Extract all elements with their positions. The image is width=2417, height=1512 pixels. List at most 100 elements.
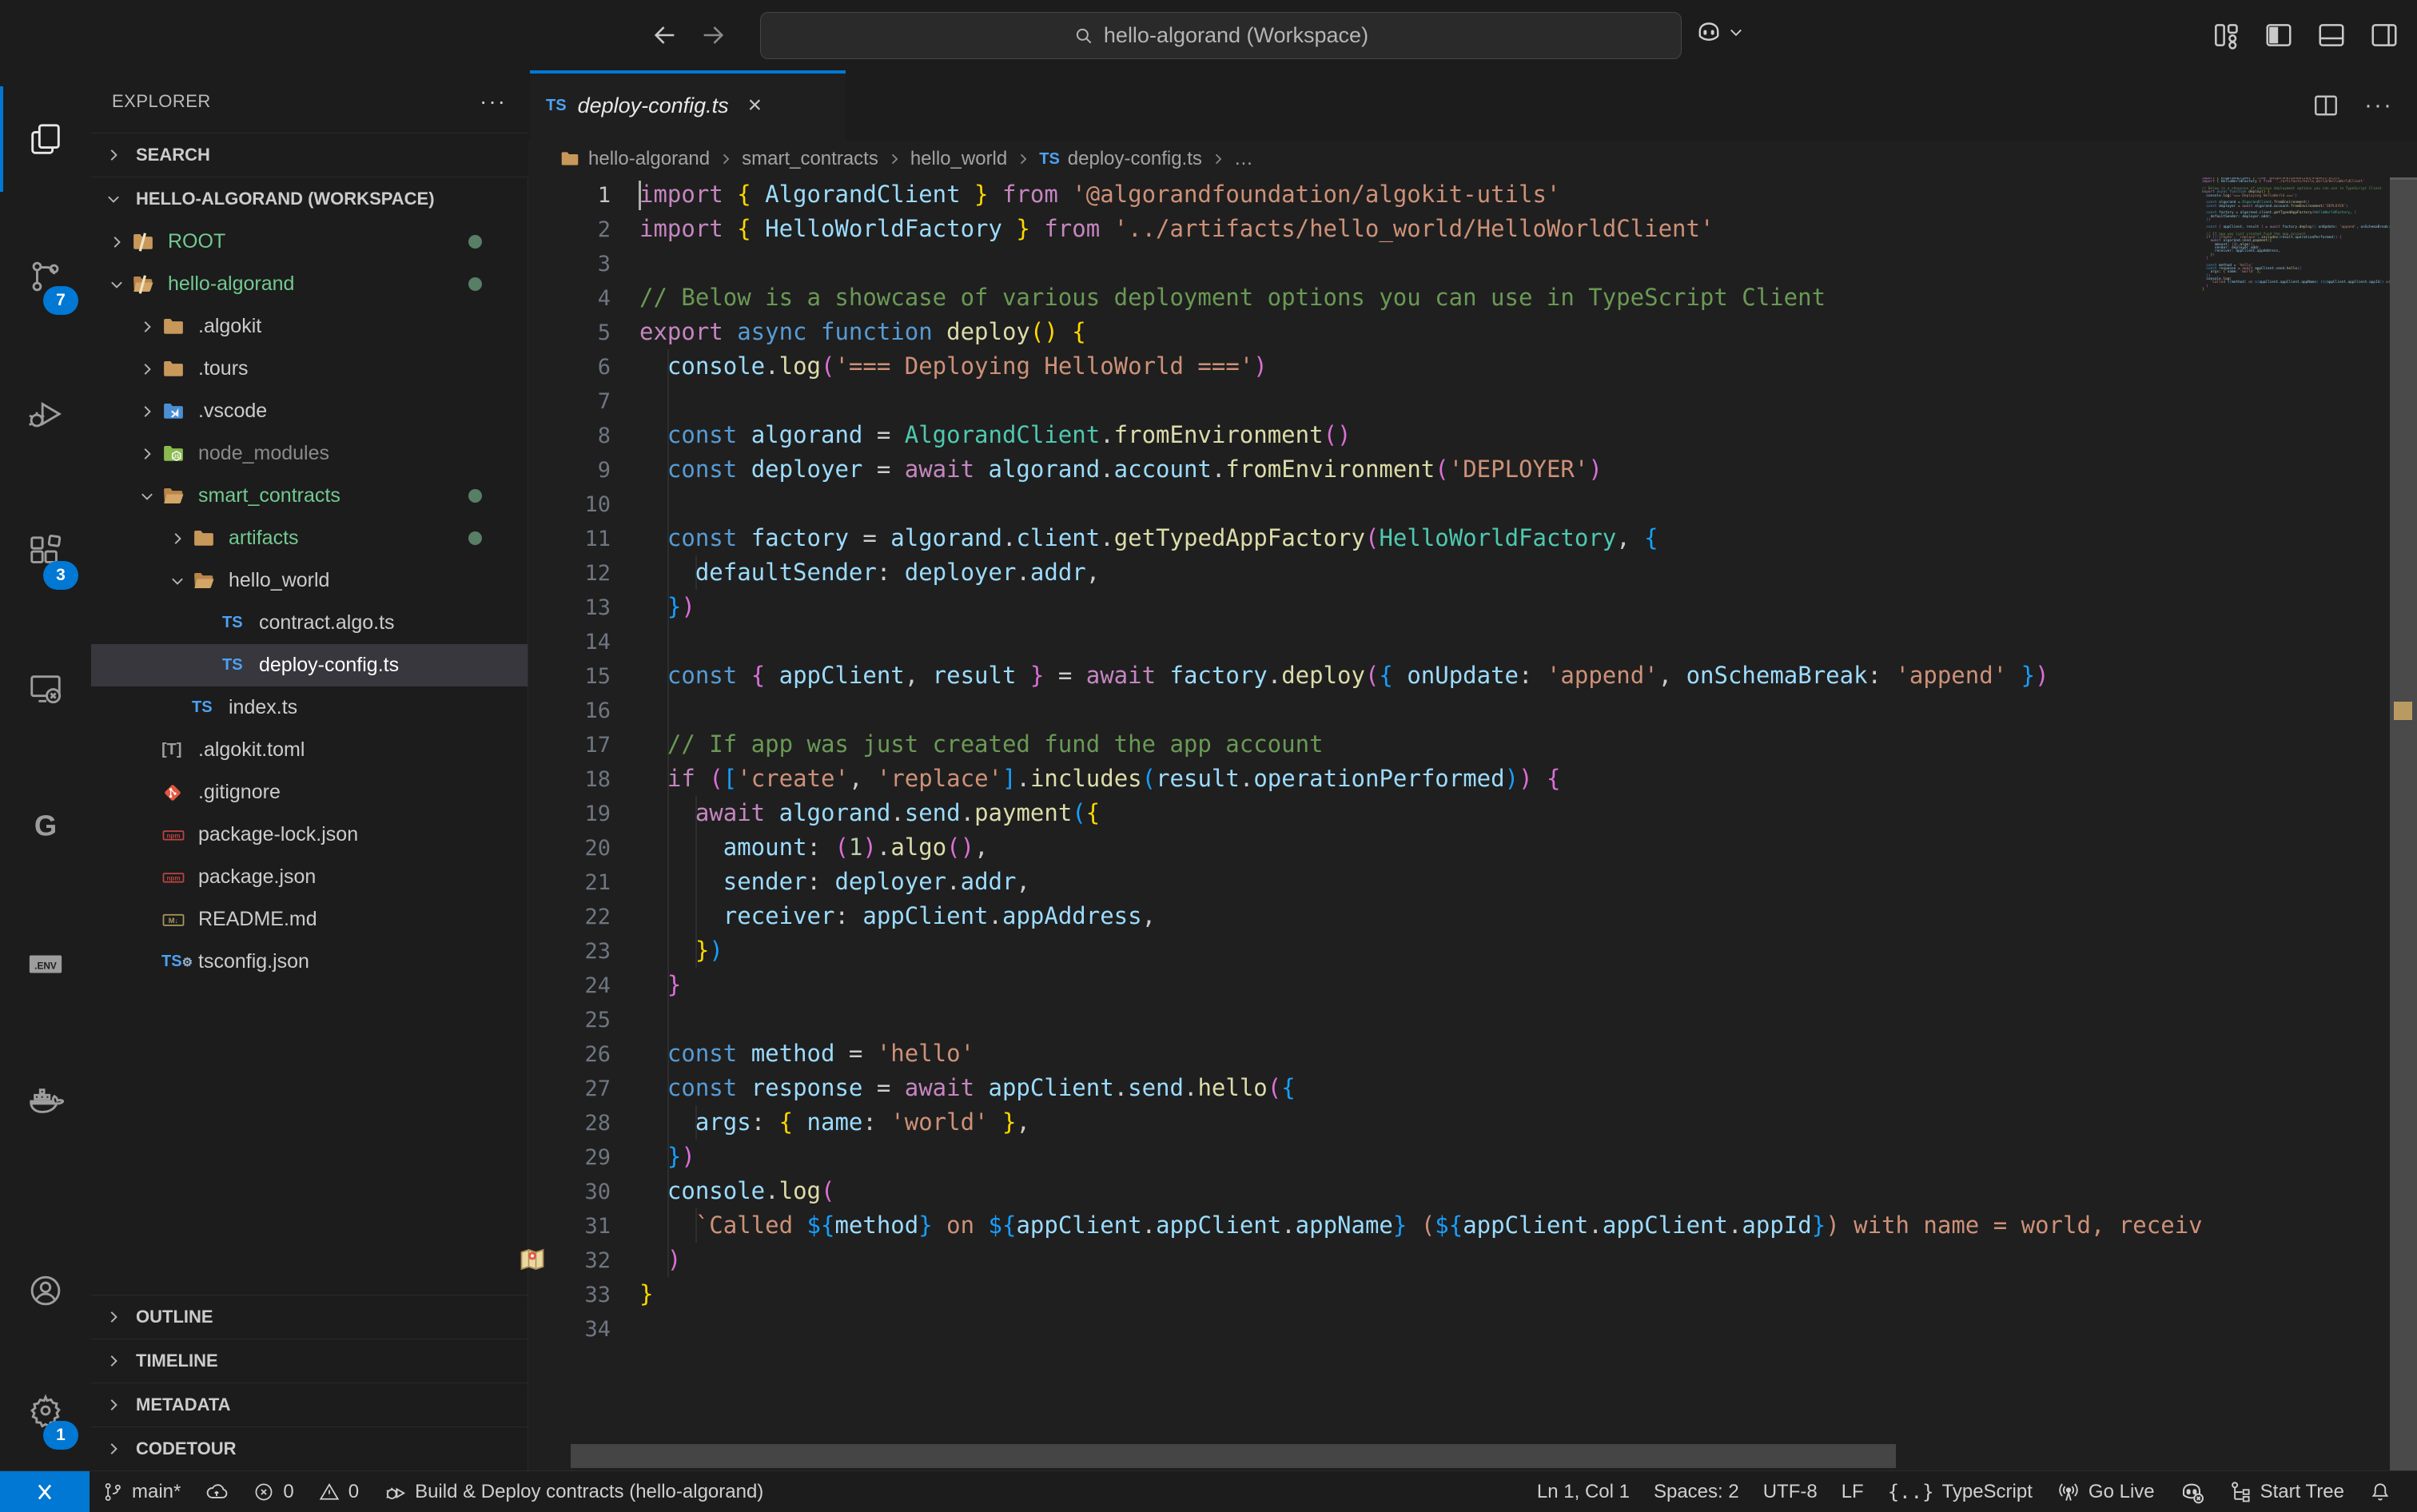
status-debug-task[interactable]: Build & Deploy contracts (hello-algorand… xyxy=(371,1471,775,1512)
toggle-secondary-sidebar-icon[interactable] xyxy=(2369,20,2399,50)
code-line[interactable]: 2import { HelloWorldFactory } from '../a… xyxy=(528,212,2202,246)
back-icon[interactable] xyxy=(651,22,679,49)
code-line[interactable]: 15 const { appClient, result } = await f… xyxy=(528,659,2202,693)
code-line[interactable]: 27 const response = await appClient.send… xyxy=(528,1071,2202,1105)
code-line[interactable]: 22 receiver: appClient.appAddress, xyxy=(528,899,2202,933)
section-metadata[interactable]: METADATA xyxy=(91,1383,528,1426)
editor-more-actions-icon[interactable]: ··· xyxy=(2364,92,2393,119)
code-editor[interactable]: 1import { AlgorandClient } from '@algora… xyxy=(528,177,2202,1444)
code-line[interactable]: 9 const deployer = await algorand.accoun… xyxy=(528,452,2202,487)
code-line[interactable]: 1import { AlgorandClient } from '@algora… xyxy=(528,177,2202,212)
code-line[interactable]: 31 `Called ${method} on ${appClient.appC… xyxy=(528,1208,2202,1243)
code-line[interactable]: 13 }) xyxy=(528,590,2202,624)
code-line[interactable]: 10 xyxy=(528,487,2202,521)
vertical-scrollbar[interactable] xyxy=(2390,177,2417,1473)
code-line[interactable]: 4// Below is a showcase of various deplo… xyxy=(528,281,2202,315)
status-bell[interactable] xyxy=(2356,1471,2404,1512)
status-error[interactable]: 0 xyxy=(241,1471,305,1512)
code-line[interactable]: 14 xyxy=(528,624,2202,659)
tree-item-.algokit[interactable]: .algokit xyxy=(91,305,528,348)
tree-item-README.md[interactable]: M↓README.md xyxy=(91,898,528,941)
code-line[interactable]: 18 if (['create', 'replace'].includes(re… xyxy=(528,762,2202,796)
tree-item-contract.algo.ts[interactable]: TScontract.algo.ts xyxy=(91,602,528,644)
tree-item-.gitignore[interactable]: .gitignore xyxy=(91,771,528,814)
code-line[interactable]: 29 }) xyxy=(528,1140,2202,1174)
codetour-map-marker-icon[interactable] xyxy=(518,1245,547,1274)
status-spaces-2[interactable]: Spaces: 2 xyxy=(1642,1471,1751,1512)
tree-item-node_modules[interactable]: JSnode_modules xyxy=(91,432,528,475)
code-line[interactable]: 8 const algorand = AlgorandClient.fromEn… xyxy=(528,418,2202,452)
tree-item-smart_contracts[interactable]: smart_contracts xyxy=(91,475,528,517)
code-line[interactable]: 16 xyxy=(528,693,2202,727)
tree-item-hello-algorand[interactable]: hello-algorand xyxy=(91,263,528,305)
status-remote[interactable] xyxy=(0,1471,90,1512)
customize-layout-icon[interactable] xyxy=(2211,20,2241,50)
code-line[interactable]: 33} xyxy=(528,1277,2202,1311)
section-search[interactable]: SEARCH xyxy=(91,133,528,177)
tree-item-ROOT[interactable]: ROOT xyxy=(91,221,528,263)
status-sync[interactable] xyxy=(193,1471,241,1512)
forward-icon[interactable] xyxy=(699,22,727,49)
activity-source-control[interactable]: 7 xyxy=(0,208,91,345)
code-line[interactable]: 17 // If app was just created fund the a… xyxy=(528,727,2202,762)
status-lf[interactable]: LF xyxy=(1830,1471,1876,1512)
code-line[interactable]: 28 args: { name: 'world' }, xyxy=(528,1105,2202,1140)
tree-item-.tours[interactable]: .tours xyxy=(91,348,528,390)
activity-remote-explorer[interactable] xyxy=(0,620,91,758)
toggle-primary-sidebar-icon[interactable] xyxy=(2264,20,2294,50)
status-braces[interactable]: {..}TypeScript xyxy=(1876,1471,2045,1512)
breadcrumb-item[interactable]: hello_world xyxy=(910,148,1007,170)
section-codetour[interactable]: CODETOUR xyxy=(91,1426,528,1470)
code-line[interactable]: 23 }) xyxy=(528,933,2202,968)
section-timeline[interactable]: TIMELINE xyxy=(91,1339,528,1383)
activity-run-debug[interactable] xyxy=(0,345,91,483)
tree-item-package.json[interactable]: npmpackage.json xyxy=(91,856,528,898)
code-line[interactable]: 12 defaultSender: deployer.addr, xyxy=(528,555,2202,590)
activity-docker[interactable] xyxy=(0,1033,91,1170)
status-hierarchy[interactable]: Start Tree xyxy=(2216,1471,2356,1512)
breadcrumb-item[interactable]: hello-algorand xyxy=(588,148,710,170)
code-line[interactable]: 32 ) xyxy=(528,1243,2202,1277)
tab-deploy-config[interactable]: TS deploy-config.ts × xyxy=(530,70,846,141)
status-utf-8[interactable]: UTF-8 xyxy=(1751,1471,1830,1512)
code-line[interactable]: 21 sender: deployer.addr, xyxy=(528,865,2202,899)
activity-gitlens[interactable]: G xyxy=(0,758,91,895)
minimap[interactable]: import { AlgorandClient } from '@algoran… xyxy=(2202,177,2390,1444)
tree-item-hello_world[interactable]: hello_world xyxy=(91,559,528,602)
status-broadcast[interactable]: Go Live xyxy=(2045,1471,2167,1512)
activity-dotenv[interactable]: .ENV xyxy=(0,895,91,1033)
status-ln-1-col-1[interactable]: Ln 1, Col 1 xyxy=(1525,1471,1642,1512)
status-copilot-off[interactable] xyxy=(2167,1471,2216,1512)
code-line[interactable]: 34 xyxy=(528,1311,2202,1346)
activity-settings[interactable]: 1 xyxy=(0,1351,91,1470)
explorer-more-actions-icon[interactable]: ··· xyxy=(480,89,507,114)
code-line[interactable]: 7 xyxy=(528,384,2202,418)
tree-item-artifacts[interactable]: artifacts xyxy=(91,517,528,559)
section-workspace[interactable]: HELLO-ALGORAND (WORKSPACE) xyxy=(91,177,528,221)
code-line[interactable]: 5export async function deploy() { xyxy=(528,315,2202,349)
horizontal-scrollbar[interactable] xyxy=(571,1444,1896,1468)
code-line[interactable]: 20 amount: (1).algo(), xyxy=(528,830,2202,865)
tree-item-.algokit.toml[interactable]: [T].algokit.toml xyxy=(91,729,528,771)
status-branch[interactable]: main* xyxy=(90,1471,193,1512)
tab-close-icon[interactable]: × xyxy=(748,92,763,119)
toggle-panel-icon[interactable] xyxy=(2316,20,2347,50)
tree-item-index.ts[interactable]: TSindex.ts xyxy=(91,686,528,729)
activity-account[interactable] xyxy=(0,1231,91,1351)
tree-item-package-lock.json[interactable]: npmpackage-lock.json xyxy=(91,814,528,856)
split-editor-icon[interactable] xyxy=(2311,91,2340,120)
code-line[interactable]: 26 const method = 'hello' xyxy=(528,1037,2202,1071)
activity-files[interactable] xyxy=(0,70,91,208)
command-center-search[interactable]: hello-algorand (Workspace) xyxy=(760,12,1682,59)
code-line[interactable]: 25 xyxy=(528,1002,2202,1037)
breadcrumb-item[interactable]: smart_contracts xyxy=(742,148,878,170)
tree-item-deploy-config.ts[interactable]: TSdeploy-config.ts xyxy=(91,644,528,686)
section-outline[interactable]: OUTLINE xyxy=(91,1295,528,1339)
code-line[interactable]: 11 const factory = algorand.client.getTy… xyxy=(528,521,2202,555)
status-warning[interactable]: 0 xyxy=(306,1471,371,1512)
tree-item-tsconfig.json[interactable]: TS⚙tsconfig.json xyxy=(91,941,528,983)
code-line[interactable]: 30 console.log( xyxy=(528,1174,2202,1208)
code-line[interactable]: 24 } xyxy=(528,968,2202,1002)
activity-extensions[interactable]: 3 xyxy=(0,483,91,620)
code-line[interactable]: 6 console.log('=== Deploying HelloWorld … xyxy=(528,349,2202,384)
